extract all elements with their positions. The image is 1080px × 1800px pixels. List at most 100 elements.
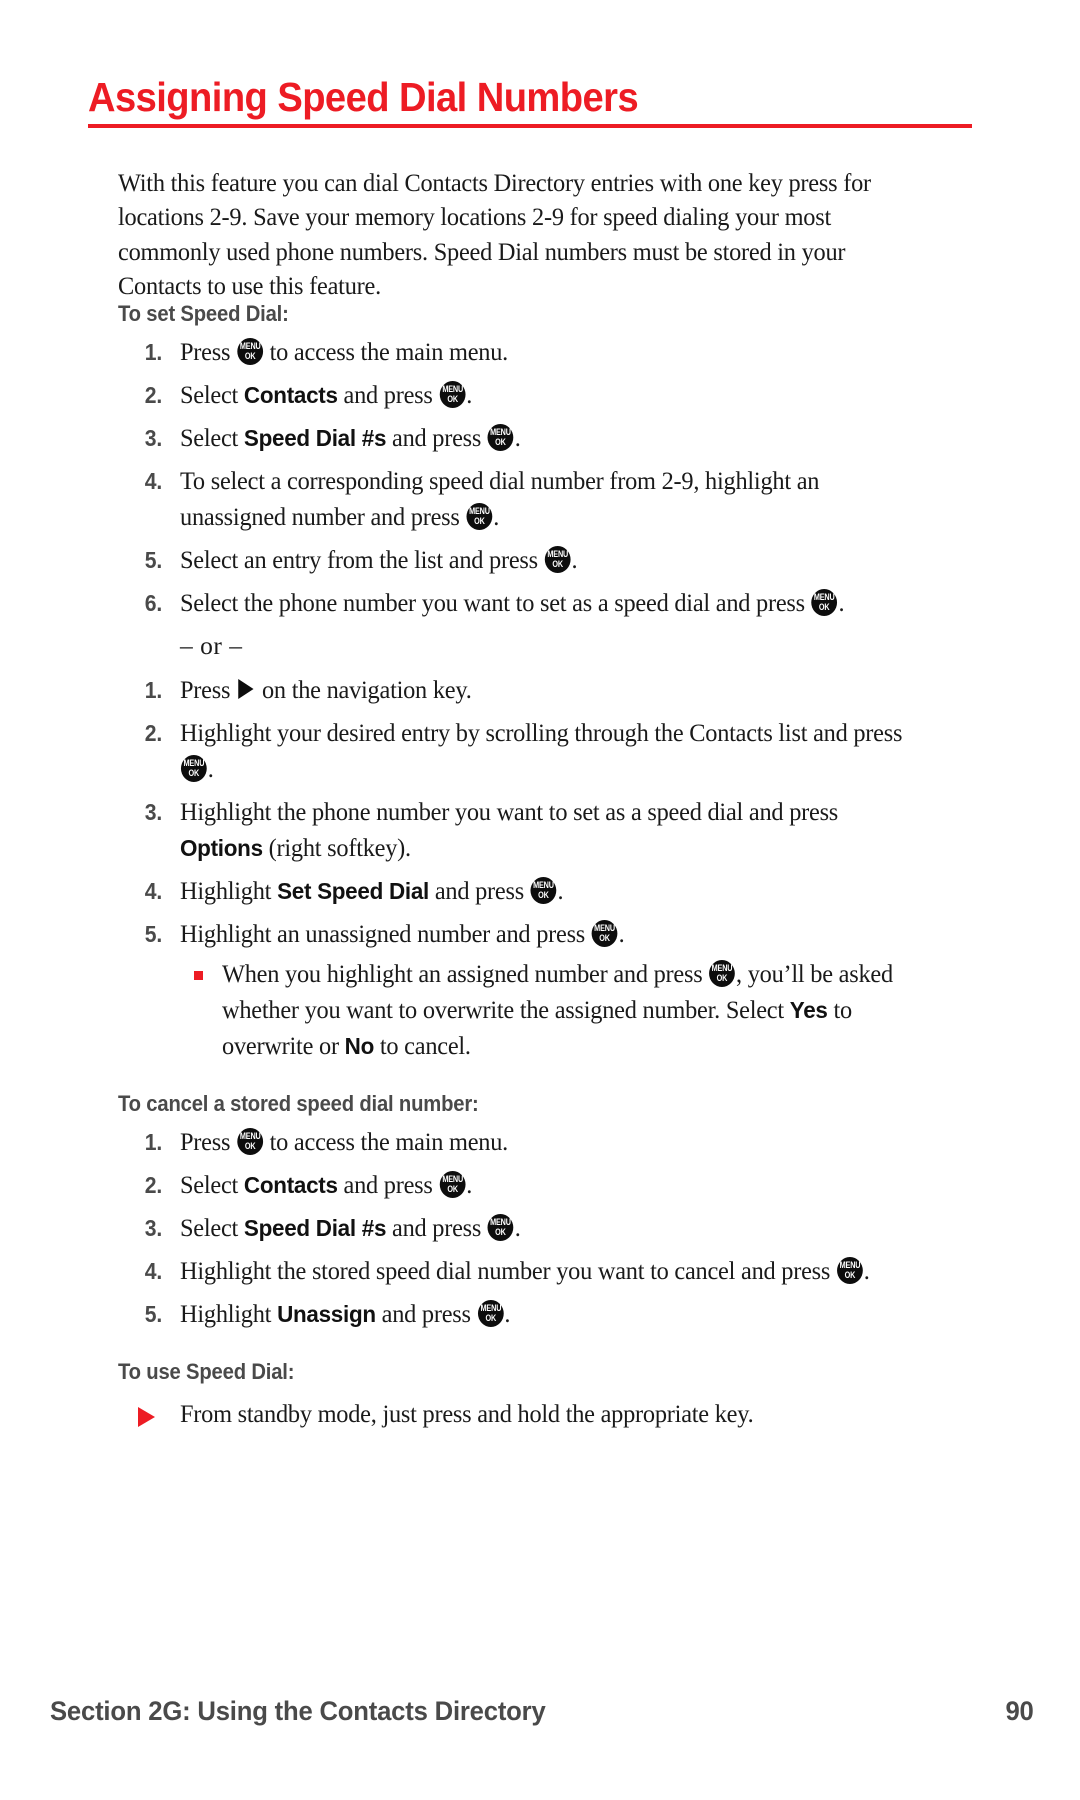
step-text-post: to access the main menu. bbox=[263, 1127, 509, 1156]
list-item: 1. Press on the navigation key. bbox=[118, 672, 958, 708]
menu-ok-key-label-bottom: OK bbox=[244, 351, 256, 362]
step-text-pre: Highlight the stored speed dial number y… bbox=[180, 1256, 836, 1285]
step-text-post: . bbox=[514, 423, 521, 452]
footer-section-label: Section 2G: Using the Contacts Directory bbox=[50, 1696, 546, 1726]
list-item: 2. Highlight your desired entry by scrol… bbox=[118, 715, 958, 787]
list-item: 4. To select a corresponding speed dial … bbox=[118, 463, 958, 535]
step-number: 4. bbox=[144, 878, 162, 904]
ui-term-no: No bbox=[344, 1033, 375, 1059]
use-speed-dial-text: From standby mode, just press and hold t… bbox=[180, 1399, 754, 1428]
sub-note-text: When you highlight an assigned number an… bbox=[222, 956, 925, 1064]
step-text-pre: To select a corresponding speed dial num… bbox=[180, 466, 820, 531]
step-text-mid: and press bbox=[337, 1170, 439, 1199]
step-text-pre: Press bbox=[180, 1127, 237, 1156]
menu-ok-key-icon: MENU OK bbox=[544, 546, 571, 573]
menu-ok-key-icon: MENU OK bbox=[591, 920, 618, 947]
step-text-pre: Highlight bbox=[180, 876, 278, 905]
menu-ok-key-icon: MENU OK bbox=[487, 424, 514, 451]
list-item: 3. Highlight the phone number you want t… bbox=[118, 794, 958, 866]
step-text-pre: Highlight bbox=[180, 1299, 278, 1328]
list-item: From standby mode, just press and hold t… bbox=[118, 1396, 958, 1432]
step-text-post: . bbox=[571, 545, 578, 574]
step-text-pre: Select bbox=[180, 423, 244, 452]
menu-ok-key-label-bottom: OK bbox=[485, 1313, 496, 1324]
step-text-post: to access the main menu. bbox=[263, 337, 509, 366]
menu-ok-key-icon: MENU OK bbox=[530, 877, 557, 904]
ui-term: Set Speed Dial bbox=[277, 878, 429, 904]
list-item: 1. Press MENU OK to access the main menu. bbox=[118, 334, 958, 370]
list-item: 4. Highlight Set Speed Dial and press ME… bbox=[118, 873, 958, 909]
step-text-pre: Select bbox=[180, 1213, 244, 1242]
step-number: 3. bbox=[144, 799, 162, 825]
menu-ok-key-icon: MENU OK bbox=[439, 1171, 466, 1198]
step-number: 5. bbox=[144, 921, 162, 947]
menu-ok-key-label-bottom: OK bbox=[844, 1270, 856, 1281]
menu-ok-key-label-bottom: OK bbox=[538, 890, 549, 901]
step-text-post: . bbox=[557, 876, 564, 905]
menu-ok-key-label-bottom: OK bbox=[474, 516, 485, 527]
list-item: When you highlight an assigned number an… bbox=[180, 956, 958, 1064]
sub-note-list: When you highlight an assigned number an… bbox=[180, 956, 958, 1064]
menu-ok-key-icon: MENU OK bbox=[477, 1300, 504, 1327]
step-text-pre: Highlight your desired entry by scrollin… bbox=[180, 718, 903, 747]
ui-term: Contacts bbox=[243, 1172, 338, 1198]
red-square-bullet-icon bbox=[194, 971, 203, 980]
list-item: 5. Highlight an unassigned number and pr… bbox=[118, 916, 958, 1064]
steps-list-set-speed-dial: 1. Press MENU OK to access the main menu.… bbox=[118, 334, 958, 621]
menu-ok-key-label-bottom: OK bbox=[552, 559, 563, 570]
step-text-post: . bbox=[466, 1170, 473, 1199]
menu-ok-key-label-bottom: OK bbox=[244, 1141, 256, 1152]
menu-ok-key-label-bottom: OK bbox=[447, 394, 458, 405]
or-separator-label: – or – bbox=[180, 631, 243, 660]
ui-term: Speed Dial #s bbox=[243, 425, 387, 451]
section-heading-set-speed-dial: To set Speed Dial: bbox=[118, 301, 289, 326]
step-text-pre: Select an entry from the list and press bbox=[180, 545, 544, 574]
step-text: Highlight Set Speed Dial and press MENU O… bbox=[180, 873, 923, 909]
step-text-pre: Highlight an unassigned number and press bbox=[180, 919, 591, 948]
step-number: 2. bbox=[144, 382, 162, 408]
step-text-pre: Press bbox=[180, 337, 237, 366]
step-text-pre: Select the phone number you want to set … bbox=[180, 588, 811, 617]
step-text: Select Speed Dial #s and press MENU OK. bbox=[180, 1210, 923, 1246]
step-text: Highlight the stored speed dial number y… bbox=[180, 1253, 923, 1289]
step-number: 1. bbox=[144, 339, 162, 365]
step-text: Highlight Unassign and press MENU OK. bbox=[180, 1296, 923, 1332]
step-text-mid: and press bbox=[386, 423, 488, 452]
page-footer: Section 2G: Using the Contacts Directory… bbox=[50, 1696, 1034, 1727]
step-text-post: . bbox=[493, 502, 500, 531]
sub-note-post: to cancel. bbox=[374, 1031, 471, 1060]
menu-ok-key-label-bottom: OK bbox=[447, 1184, 458, 1195]
step-text: Press on the navigation key. bbox=[180, 672, 923, 708]
step-text-pre: Highlight the phone number you want to s… bbox=[180, 797, 839, 826]
menu-ok-key-icon: MENU OK bbox=[237, 338, 263, 365]
step-text: Select Contacts and press MENU OK. bbox=[180, 377, 923, 413]
list-item: 1. Press MENU OK to access the main menu. bbox=[118, 1124, 958, 1160]
ui-term: Speed Dial #s bbox=[243, 1215, 387, 1241]
list-item: 3. Select Speed Dial #s and press MENU OK… bbox=[118, 420, 958, 456]
ui-term: Unassign bbox=[277, 1301, 376, 1327]
use-speed-dial-bullet-list: From standby mode, just press and hold t… bbox=[118, 1396, 958, 1432]
sub-note-pre: When you highlight an assigned number an… bbox=[222, 959, 709, 988]
step-text: To select a corresponding speed dial num… bbox=[180, 463, 923, 535]
menu-ok-key-label-bottom: OK bbox=[188, 768, 200, 779]
menu-ok-key-icon: MENU OK bbox=[487, 1214, 514, 1241]
ui-term: Options bbox=[180, 835, 263, 861]
menu-ok-key-icon: MENU OK bbox=[811, 589, 838, 616]
step-text: Press MENU OK to access the main menu. bbox=[180, 1124, 923, 1160]
step-number: 1. bbox=[144, 677, 162, 703]
step-number: 6. bbox=[144, 590, 162, 616]
intro-paragraph: With this feature you can dial Contacts … bbox=[118, 167, 871, 301]
step-number: 3. bbox=[144, 425, 162, 451]
menu-ok-key-label-bottom: OK bbox=[495, 437, 507, 448]
step-text: Select Contacts and press MENU OK. bbox=[180, 1167, 923, 1203]
step-number: 3. bbox=[144, 1215, 162, 1241]
step-number: 4. bbox=[144, 468, 162, 494]
step-text: Highlight an unassigned number and press… bbox=[180, 916, 923, 952]
step-text-post: . bbox=[863, 1256, 870, 1285]
document-page: Assigning Speed Dial Numbers With this f… bbox=[0, 0, 1080, 1800]
menu-ok-key-icon: MENU OK bbox=[237, 1128, 263, 1155]
section-heading-cancel-speed-dial: To cancel a stored speed dial number: bbox=[118, 1091, 479, 1116]
step-text: Highlight the phone number you want to s… bbox=[180, 794, 923, 866]
step-text-post: . bbox=[504, 1299, 511, 1328]
red-triangle-bullet-icon bbox=[138, 1407, 155, 1427]
